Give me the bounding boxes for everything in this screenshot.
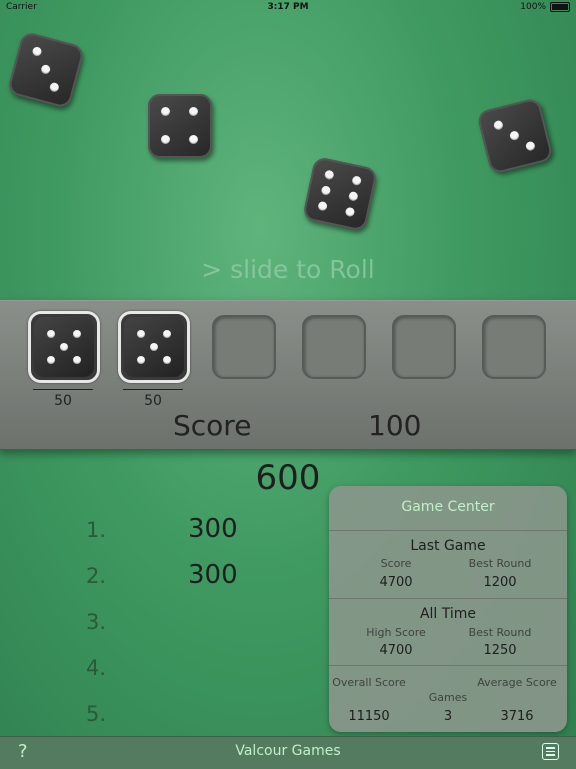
high-score-value: 4700 — [379, 643, 413, 658]
score-value: 100 — [368, 409, 422, 442]
die-rolled-6[interactable] — [302, 156, 378, 232]
game-center-panel: Game Center Last Game Score Best Round 4… — [329, 486, 567, 732]
empty-slot-3 — [212, 315, 276, 379]
round-score: 300 — [188, 560, 238, 590]
slide-to-roll[interactable]: > slide to Roll — [0, 255, 576, 284]
empty-slot-4 — [302, 315, 366, 379]
score-label: Score — [173, 409, 252, 442]
last-best-round-value: 1200 — [483, 575, 517, 590]
alltime-best-round-label: Best Round — [468, 626, 532, 639]
round-rank: 3. — [86, 610, 107, 634]
die-rolled-3[interactable] — [6, 30, 86, 110]
overall-score-label: Overall Score — [332, 676, 406, 689]
last-score-label: Score — [380, 557, 412, 570]
bottom-bar: ? Valcour Games — [0, 736, 576, 769]
games-label: Games — [428, 691, 468, 704]
all-time-heading: All Time — [419, 606, 477, 622]
last-score-value: 4700 — [379, 575, 413, 590]
battery-percent: 100% — [520, 2, 546, 12]
divider — [329, 598, 567, 599]
divider — [329, 530, 567, 531]
brand-label[interactable]: Valcour Games — [0, 743, 576, 759]
empty-slot-6 — [482, 315, 546, 379]
battery-icon — [550, 2, 570, 12]
round-rank: 2. — [86, 564, 107, 588]
game-center-title[interactable]: Game Center — [329, 499, 567, 515]
round-rank: 4. — [86, 656, 107, 680]
clock: 3:17 PM — [267, 2, 309, 12]
last-game-heading: Last Game — [410, 538, 486, 554]
last-best-round-label: Best Round — [468, 557, 532, 570]
round-rank: 1. — [86, 518, 107, 542]
average-score-value: 3716 — [500, 709, 534, 724]
round-score: 300 — [188, 514, 238, 544]
round-rank: 5. — [86, 702, 107, 726]
die-rolled-4[interactable] — [148, 94, 212, 158]
overall-score-value: 11150 — [348, 709, 390, 724]
held-die-1[interactable] — [28, 311, 100, 383]
menu-icon[interactable] — [542, 743, 559, 760]
status-bar: Carrier 3:17 PM 100% — [0, 0, 576, 16]
held-die-2-value: 50 — [123, 389, 183, 409]
high-score-label: High Score — [366, 626, 426, 639]
held-die-2[interactable] — [118, 311, 190, 383]
divider — [329, 665, 567, 666]
held-dice-tray: 50 50 Score 100 — [0, 300, 576, 450]
alltime-best-round-value: 1250 — [483, 643, 517, 658]
average-score-label: Average Score — [477, 676, 557, 689]
empty-slot-5 — [392, 315, 456, 379]
held-die-1-value: 50 — [33, 389, 93, 409]
die-rolled-3b[interactable] — [476, 97, 554, 175]
